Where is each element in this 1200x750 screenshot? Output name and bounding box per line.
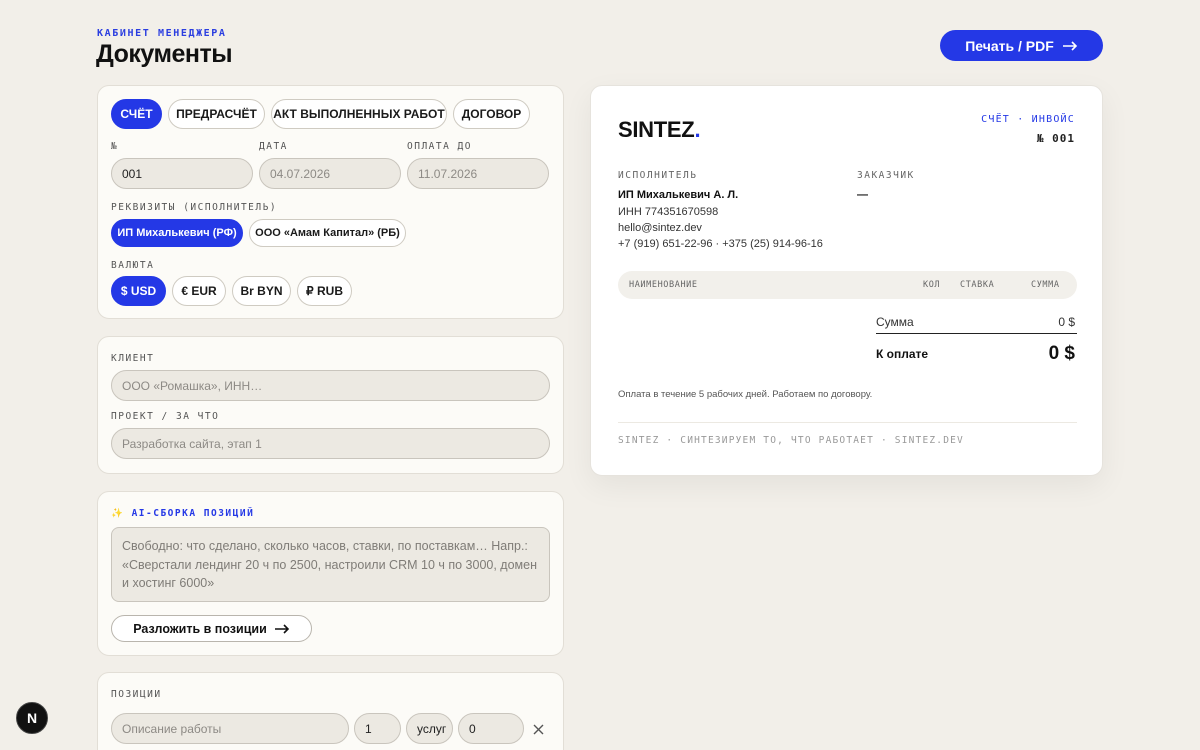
- page-eyebrow: КАБИНЕТ МЕНЕДЖЕРА: [97, 28, 227, 39]
- print-pdf-button[interactable]: Печать / PDF: [940, 30, 1103, 61]
- preview-table-header: НАИМЕНОВАНИЕ КОЛ СТАВКА СУММА: [618, 271, 1077, 299]
- date-input[interactable]: 04.07.2026: [259, 158, 401, 189]
- split-button-label: Разложить в позиции: [133, 621, 267, 636]
- currency-byn[interactable]: Br BYN: [232, 276, 291, 306]
- project-input[interactable]: Разработка сайта, этап 1: [111, 428, 550, 459]
- currency-label: ВАЛЮТА: [111, 260, 155, 271]
- col-qty: КОЛ: [923, 280, 941, 290]
- customer-label: ЗАКАЗЧИК: [857, 170, 915, 181]
- client-placeholder: ООО «Ромашка», ИНН…: [122, 378, 263, 393]
- currency-usd[interactable]: $ USD: [111, 276, 166, 306]
- position-unit-select[interactable]: услуг: [406, 713, 453, 744]
- client-label: КЛИЕНТ: [111, 353, 155, 364]
- executor-name: ИП Михалькевич А. Л.: [618, 189, 739, 201]
- col-rate: СТАВКА: [960, 280, 995, 290]
- footer-divider: [618, 422, 1077, 423]
- date-label: ДАТА: [259, 141, 288, 152]
- document-settings-card: СЧЁТ ПРЕДРАСЧЁТ АКТ ВЫПОЛНЕННЫХ РАБОТ ДО…: [97, 85, 564, 319]
- total-divider: [876, 333, 1077, 334]
- payment-note: Оплата в течение 5 рабочих дней. Работае…: [618, 389, 873, 400]
- ai-label-row: ✨ AI-СБОРКА ПОЗИЦИЙ: [111, 508, 254, 519]
- sintez-logo: SINTEZ.: [618, 117, 701, 143]
- preview-doc-type: СЧЁТ · ИНВОЙС: [981, 114, 1075, 125]
- requisites-label: РЕКВИЗИТЫ (ИСПОЛНИТЕЛЬ): [111, 202, 278, 213]
- client-input[interactable]: ООО «Ромашка», ИНН…: [111, 370, 550, 401]
- doc-type-tab-estimate[interactable]: ПРЕДРАСЧЁТ: [168, 99, 265, 129]
- total-label: К оплате: [876, 347, 929, 361]
- invoice-preview: SINTEZ. СЧЁТ · ИНВОЙС № 001 ИСПОЛНИТЕЛЬ …: [590, 85, 1103, 476]
- logo-text: SINTEZ: [618, 117, 695, 142]
- customer-value: —: [857, 189, 868, 201]
- executor-email: hello@sintez.dev: [618, 222, 702, 234]
- remove-position-icon[interactable]: [530, 721, 546, 737]
- page-title: Документы: [96, 40, 233, 68]
- total-value: 0 $: [1048, 343, 1075, 364]
- due-date-input[interactable]: 11.07.2026: [407, 158, 549, 189]
- project-label: ПРОЕКТ / ЗА ЧТО: [111, 411, 220, 422]
- subtotal-label: Сумма: [876, 315, 914, 329]
- position-qty-input[interactable]: 1: [354, 713, 401, 744]
- ai-label: AI-СБОРКА ПОЗИЦИЙ: [131, 508, 255, 519]
- logo-dot: .: [694, 117, 701, 142]
- position-description-input[interactable]: Описание работы: [111, 713, 349, 744]
- ai-description-textarea[interactable]: Свободно: что сделано, сколько часов, ст…: [111, 527, 550, 602]
- number-input[interactable]: 001: [111, 158, 253, 189]
- position-rate-input[interactable]: 0: [458, 713, 524, 744]
- dev-tools-badge[interactable]: N: [16, 702, 48, 734]
- due-date-label: ОПЛАТА ДО: [407, 141, 472, 152]
- doc-type-tab-act[interactable]: АКТ ВЫПОЛНЕННЫХ РАБОТ: [271, 99, 447, 129]
- col-sum: СУММА: [1031, 280, 1060, 290]
- preview-doc-number: № 001: [1036, 132, 1075, 145]
- ai-description-placeholder: Свободно: что сделано, сколько часов, ст…: [122, 539, 537, 590]
- sparkle-icon: ✨: [111, 508, 125, 519]
- executor-phones: +7 (919) 651-22-96 · +375 (25) 914-96-16: [618, 238, 823, 250]
- subtotal-value: 0 $: [1058, 315, 1075, 329]
- arrow-right-icon: [1062, 40, 1078, 51]
- split-into-positions-button[interactable]: Разложить в позиции: [111, 615, 312, 642]
- executor-inn: ИНН 774351670598: [618, 206, 719, 218]
- ai-assembly-card: ✨ AI-СБОРКА ПОЗИЦИЙ Свободно: что сделан…: [97, 491, 564, 656]
- number-label: №: [111, 141, 119, 152]
- project-placeholder: Разработка сайта, этап 1: [122, 436, 262, 451]
- positions-card: ПОЗИЦИИ Описание работы 1 услуг 0: [97, 672, 564, 750]
- positions-label: ПОЗИЦИИ: [111, 689, 162, 700]
- print-pdf-label: Печать / PDF: [965, 37, 1054, 54]
- requisites-option-ooo[interactable]: ООО «Амам Капитал» (РБ): [249, 219, 406, 247]
- preview-footer: SINTEZ · СИНТЕЗИРУЕМ ТО, ЧТО РАБОТАЕТ · …: [618, 435, 964, 446]
- doc-type-tab-invoice[interactable]: СЧЁТ: [111, 99, 162, 129]
- executor-label: ИСПОЛНИТЕЛЬ: [618, 170, 698, 181]
- client-card: КЛИЕНТ ООО «Ромашка», ИНН… ПРОЕКТ / ЗА Ч…: [97, 336, 564, 474]
- requisites-option-ip[interactable]: ИП Михалькевич (РФ): [111, 219, 243, 247]
- col-name: НАИМЕНОВАНИЕ: [629, 280, 698, 290]
- currency-rub[interactable]: ₽ RUB: [297, 276, 352, 306]
- doc-type-tab-contract[interactable]: ДОГОВОР: [453, 99, 530, 129]
- position-description-placeholder: Описание работы: [122, 721, 222, 736]
- currency-eur[interactable]: € EUR: [172, 276, 226, 306]
- arrow-right-icon: [274, 623, 290, 634]
